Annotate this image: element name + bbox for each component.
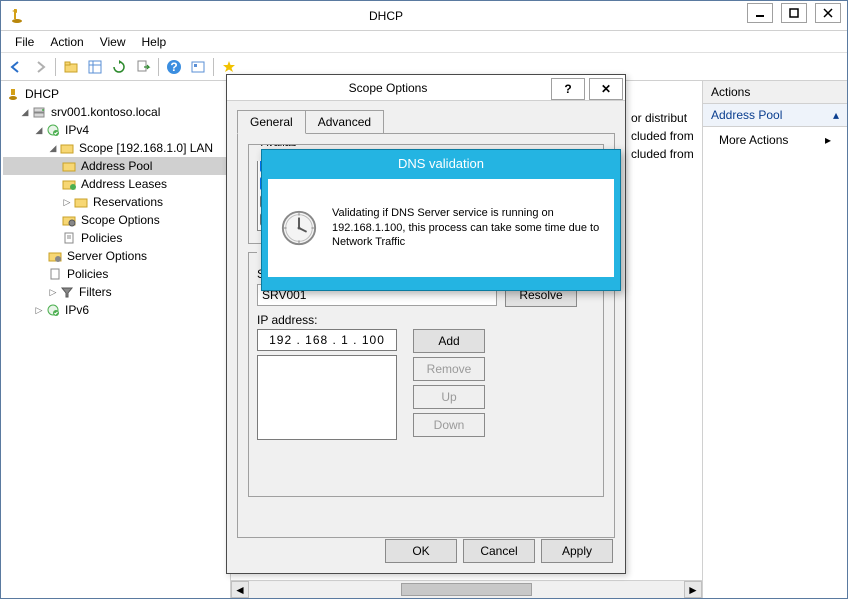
tree-root[interactable]: DHCP — [3, 85, 228, 103]
dialog-titlebar[interactable]: Scope Options ? ✕ — [227, 75, 625, 101]
tree-server-options[interactable]: Server Options — [3, 247, 228, 265]
titlebar: DHCP — [1, 1, 847, 31]
help-button[interactable]: ? — [163, 56, 185, 78]
folder-icon — [61, 176, 77, 192]
dns-validation-dialog: DNS validation Validating if DNS Server … — [261, 149, 621, 291]
tree-policies[interactable]: Policies — [3, 229, 228, 247]
options-icon — [47, 248, 63, 264]
tree-filters[interactable]: ▷ Filters — [3, 283, 228, 301]
trophy-icon — [5, 86, 21, 102]
dns-message: Validating if DNS Server service is runn… — [332, 206, 602, 251]
ipv6-icon — [45, 302, 61, 318]
chevron-right-icon: ▸ — [825, 133, 831, 147]
remove-button[interactable]: Remove — [413, 357, 485, 381]
server-icon — [31, 104, 47, 120]
filter-icon — [59, 284, 75, 300]
expand-icon[interactable]: ▷ — [33, 305, 45, 316]
tabs: General Advanced — [237, 109, 615, 133]
folder-icon — [61, 158, 77, 174]
options-icon — [61, 212, 77, 228]
clock-icon — [280, 209, 318, 247]
refresh-button[interactable] — [108, 56, 130, 78]
collapse-icon[interactable]: ◢ — [33, 125, 45, 136]
menu-file[interactable]: File — [7, 33, 42, 51]
tree-ipv4[interactable]: ◢ IPv4 — [3, 121, 228, 139]
actions-section-label: Address Pool — [711, 108, 782, 122]
scroll-left-button[interactable]: ◄ — [231, 581, 249, 598]
collapse-icon[interactable]: ◢ — [47, 143, 59, 154]
dialog-help-button[interactable]: ? — [551, 78, 585, 100]
minimize-button[interactable] — [747, 3, 773, 23]
menubar: File Action View Help — [1, 31, 847, 53]
tree-policies-2[interactable]: Policies — [3, 265, 228, 283]
dialog-close-button[interactable]: ✕ — [589, 78, 623, 100]
menu-view[interactable]: View — [92, 33, 134, 51]
add-button[interactable]: Add — [413, 329, 485, 353]
actions-section[interactable]: Address Pool ▴ — [703, 104, 847, 127]
down-button[interactable]: Down — [413, 413, 485, 437]
scroll-thumb[interactable] — [401, 583, 532, 596]
up-button[interactable]: Up — [413, 385, 485, 409]
content-text: or distribut — [631, 111, 687, 125]
horizontal-scrollbar[interactable]: ◄ ► — [231, 580, 702, 598]
dns-dialog-title: DNS validation — [262, 150, 620, 179]
folder-button[interactable] — [60, 56, 82, 78]
tree-pane: DHCP ◢ srv001.kontoso.local ◢ IPv4 ◢ Sco… — [1, 81, 231, 598]
scroll-right-button[interactable]: ► — [684, 581, 702, 598]
toolbar-btn-8[interactable] — [187, 56, 209, 78]
window-title: DHCP — [25, 9, 747, 23]
collapse-icon[interactable]: ◢ — [19, 107, 31, 118]
content-text: cluded from — [631, 147, 694, 161]
tree-address-pool[interactable]: Address Pool — [3, 157, 228, 175]
ip-address-input[interactable]: 192 . 168 . 1 . 100 — [257, 329, 397, 351]
forward-button[interactable] — [29, 56, 51, 78]
window-controls — [747, 1, 847, 30]
actions-more-label: More Actions — [719, 133, 788, 147]
menu-action[interactable]: Action — [42, 33, 91, 51]
ip-list[interactable] — [257, 355, 397, 440]
tree-server[interactable]: ◢ srv001.kontoso.local — [3, 103, 228, 121]
view-button[interactable] — [84, 56, 106, 78]
folder-icon — [59, 140, 75, 156]
dialog-title: Scope Options — [227, 81, 549, 95]
apply-button[interactable]: Apply — [541, 539, 613, 563]
tab-advanced[interactable]: Advanced — [305, 110, 384, 134]
expand-icon[interactable]: ▷ — [47, 287, 59, 298]
scroll-track[interactable] — [249, 581, 684, 598]
dialog-buttons: OK Cancel Apply — [385, 539, 613, 563]
back-button[interactable] — [5, 56, 27, 78]
ok-button[interactable]: OK — [385, 539, 457, 563]
menu-help[interactable]: Help — [134, 33, 175, 51]
export-button[interactable] — [132, 56, 154, 78]
folder-icon — [73, 194, 89, 210]
maximize-button[interactable] — [781, 3, 807, 23]
expand-icon[interactable]: ▷ — [61, 197, 73, 208]
dns-dialog-body: Validating if DNS Server service is runn… — [268, 179, 614, 277]
tree-address-leases[interactable]: Address Leases — [3, 175, 228, 193]
content-text: cluded from — [631, 129, 694, 143]
cancel-button[interactable]: Cancel — [463, 539, 535, 563]
actions-more[interactable]: More Actions ▸ — [703, 127, 847, 153]
tree-ipv6[interactable]: ▷ IPv6 — [3, 301, 228, 319]
collapse-icon[interactable]: ▴ — [833, 108, 839, 122]
close-button[interactable] — [815, 3, 841, 23]
app-icon — [9, 8, 25, 24]
actions-pane: Actions Address Pool ▴ More Actions ▸ — [702, 81, 847, 598]
tab-general[interactable]: General — [237, 110, 306, 134]
ipv4-icon — [45, 122, 61, 138]
policies-icon — [61, 230, 77, 246]
tree-scope[interactable]: ◢ Scope [192.168.1.0] LAN — [3, 139, 228, 157]
ip-address-label: IP address: — [257, 313, 595, 327]
actions-header: Actions — [703, 81, 847, 104]
tree-scope-options[interactable]: Scope Options — [3, 211, 228, 229]
policies-icon — [47, 266, 63, 282]
svg-text:?: ? — [170, 60, 177, 74]
tree-reservations[interactable]: ▷ Reservations — [3, 193, 228, 211]
